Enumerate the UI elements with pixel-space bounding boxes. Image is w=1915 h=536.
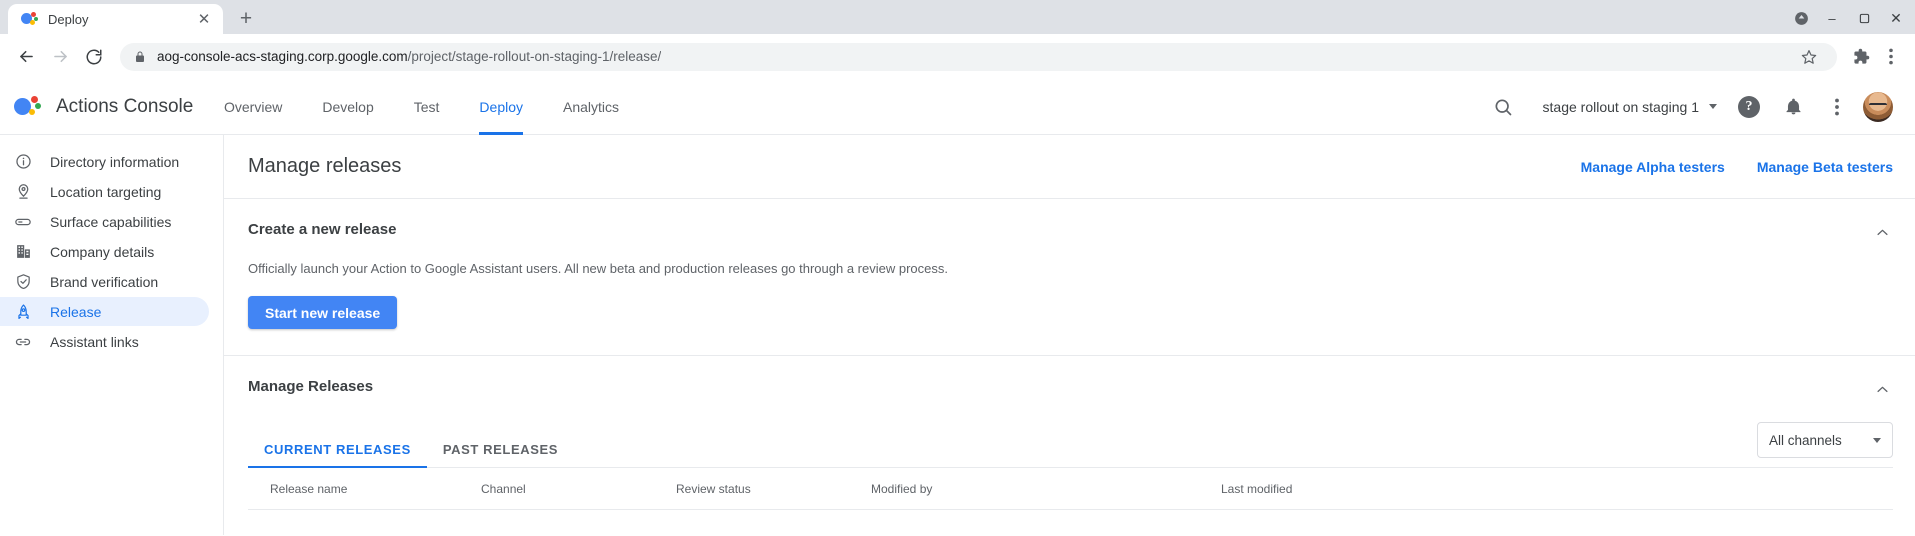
minimize-button[interactable]: – — [1817, 6, 1847, 30]
help-icon[interactable]: ? — [1731, 89, 1767, 125]
primary-nav: Overview Develop Test Deploy Analytics — [204, 79, 639, 135]
sidebar-item-company-details[interactable]: Company details — [0, 237, 209, 266]
app-header: Actions Console Overview Develop Test De… — [0, 79, 1915, 135]
link-icon — [14, 333, 32, 351]
column-header-review-status: Review status — [676, 482, 871, 496]
sidebar-item-assistant-links[interactable]: Assistant links — [0, 327, 209, 356]
back-arrow-icon[interactable] — [10, 41, 42, 73]
nav-item-overview[interactable]: Overview — [204, 79, 302, 135]
reload-icon[interactable] — [78, 41, 110, 73]
project-name: stage rollout on staging 1 — [1543, 99, 1699, 115]
url-path: /project/stage-rollout-on-staging-1/rele… — [408, 49, 662, 64]
three-dot-menu-icon[interactable] — [1819, 89, 1855, 125]
location-pin-icon — [14, 183, 32, 201]
shield-check-icon — [14, 273, 32, 291]
create-release-title: Create a new release — [248, 221, 396, 238]
releases-tabs-row: CURRENT RELEASES PAST RELEASES All chann… — [248, 422, 1893, 468]
rocket-icon — [14, 303, 32, 321]
sidebar-item-label: Brand verification — [50, 274, 158, 290]
building-icon — [14, 243, 32, 261]
bookmark-star-icon[interactable] — [1795, 43, 1823, 71]
column-header-release-name: Release name — [248, 482, 481, 496]
sidebar-item-label: Surface capabilities — [50, 214, 171, 230]
extensions-puzzle-icon[interactable] — [1847, 43, 1875, 71]
new-tab-button[interactable]: + — [229, 4, 263, 34]
channel-filter-select[interactable]: All channels — [1757, 422, 1893, 458]
manage-releases-header: Manage Releases — [248, 378, 1893, 400]
chevron-up-icon[interactable] — [1871, 378, 1893, 400]
releases-table-header: Release name Channel Review status Modif… — [248, 468, 1893, 510]
sidebar-item-label: Release — [50, 304, 101, 320]
lock-icon — [134, 50, 146, 64]
window-update-icon[interactable] — [1787, 6, 1815, 30]
create-release-header: Create a new release — [248, 221, 1893, 243]
url-text: aog-console-acs-staging.corp.google.com/… — [157, 49, 661, 64]
page-header-links: Manage Alpha testers Manage Beta testers — [1581, 159, 1893, 175]
nav-item-analytics[interactable]: Analytics — [543, 79, 639, 135]
search-icon[interactable] — [1485, 89, 1521, 125]
browser-toolbar: aog-console-acs-staging.corp.google.com/… — [0, 34, 1915, 79]
actions-console-logo-icon — [14, 96, 40, 118]
tab-current-releases[interactable]: CURRENT RELEASES — [248, 442, 427, 468]
manage-releases-card: Manage Releases CURRENT RELEASES PAST RE… — [224, 356, 1915, 510]
sidebar-item-release[interactable]: Release — [0, 297, 209, 326]
project-selector[interactable]: stage rollout on staging 1 — [1529, 99, 1723, 115]
sidebar-item-location-targeting[interactable]: Location targeting — [0, 177, 209, 206]
brand-name: Actions Console — [56, 96, 193, 118]
sidebar: Directory information Location targeting… — [0, 135, 223, 535]
column-header-channel: Channel — [481, 482, 676, 496]
start-new-release-button[interactable]: Start new release — [248, 296, 397, 329]
nav-item-test[interactable]: Test — [394, 79, 460, 135]
tab-strip: Deploy ✕ + – ✕ — [0, 0, 1915, 34]
channel-filter-value: All channels — [1769, 433, 1842, 448]
tab-title: Deploy — [48, 12, 185, 27]
create-release-description: Officially launch your Action to Google … — [248, 261, 1893, 276]
sidebar-item-directory-information[interactable]: Directory information — [0, 147, 209, 176]
window-close-button[interactable]: ✕ — [1881, 6, 1911, 30]
avatar[interactable] — [1863, 92, 1893, 122]
maximize-button[interactable] — [1849, 6, 1879, 30]
sidebar-item-label: Location targeting — [50, 184, 161, 200]
column-header-last-modified: Last modified — [1221, 482, 1893, 496]
releases-tabs: CURRENT RELEASES PAST RELEASES — [248, 442, 574, 468]
forward-arrow-icon[interactable] — [44, 41, 76, 73]
sidebar-item-brand-verification[interactable]: Brand verification — [0, 267, 209, 296]
page-body: Directory information Location targeting… — [0, 135, 1915, 535]
sidebar-item-label: Assistant links — [50, 334, 139, 350]
manage-alpha-testers-link[interactable]: Manage Alpha testers — [1581, 159, 1725, 175]
sidebar-item-label: Company details — [50, 244, 154, 260]
sidebar-item-label: Directory information — [50, 154, 179, 170]
three-dot-menu-icon[interactable] — [1877, 43, 1905, 71]
nav-item-develop[interactable]: Develop — [302, 79, 393, 135]
chevron-down-icon — [1709, 104, 1717, 109]
manage-releases-title: Manage Releases — [248, 378, 373, 395]
tab-past-releases[interactable]: PAST RELEASES — [427, 442, 574, 468]
page-title: Manage releases — [248, 155, 401, 178]
browser-tab[interactable]: Deploy ✕ — [8, 4, 223, 34]
header-actions: stage rollout on staging 1 ? — [1485, 89, 1893, 125]
page-header: Manage releases Manage Alpha testers Man… — [224, 135, 1915, 199]
brand[interactable]: Actions Console — [14, 96, 204, 118]
bell-icon[interactable] — [1775, 89, 1811, 125]
create-new-release-card: Create a new release Officially launch y… — [224, 199, 1915, 356]
manage-beta-testers-link[interactable]: Manage Beta testers — [1757, 159, 1893, 175]
assistant-logo-icon — [21, 11, 38, 28]
nav-item-deploy[interactable]: Deploy — [459, 79, 543, 135]
info-icon — [14, 153, 32, 171]
sidebar-item-surface-capabilities[interactable]: Surface capabilities — [0, 207, 209, 236]
help-glyph: ? — [1738, 96, 1760, 118]
chevron-down-icon — [1873, 438, 1881, 443]
device-icon — [14, 213, 32, 231]
address-bar[interactable]: aog-console-acs-staging.corp.google.com/… — [120, 43, 1837, 71]
chevron-up-icon[interactable] — [1871, 221, 1893, 243]
close-icon[interactable]: ✕ — [195, 12, 213, 27]
main-content: Manage releases Manage Alpha testers Man… — [223, 135, 1915, 535]
column-header-modified-by: Modified by — [871, 482, 1221, 496]
url-domain: aog-console-acs-staging.corp.google.com — [157, 49, 408, 64]
browser-chrome: Deploy ✕ + – ✕ aog-consol — [0, 0, 1915, 79]
